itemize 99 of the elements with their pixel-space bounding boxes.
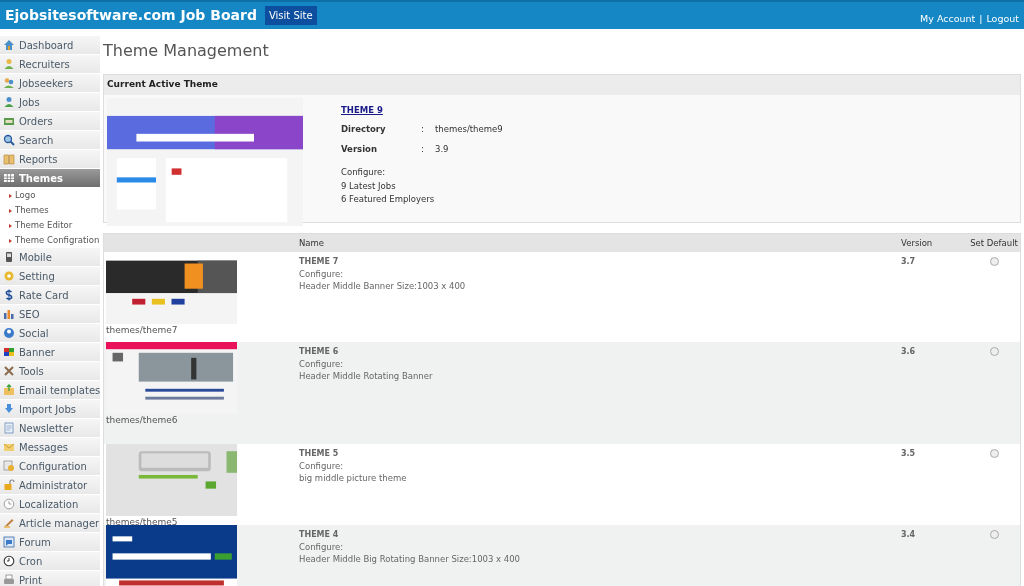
theme-name-link[interactable]: THEME 9 (341, 104, 383, 115)
link-separator: | (979, 11, 983, 26)
config-text: Header Middle Big Rotating Banner Size:1003 x 400 (299, 553, 521, 565)
sidebar-item[interactable]: Forum (0, 533, 100, 552)
config-text: Configure: (299, 358, 345, 370)
person-icon (3, 58, 15, 70)
version-text: 3.4 (901, 529, 917, 541)
grid-icon (3, 172, 15, 184)
color-blocks-icon (3, 346, 15, 358)
envelope-icon (3, 441, 15, 453)
version-text: 3.5 (901, 448, 917, 460)
version-text: 3.7 (901, 256, 917, 268)
directory-text: themes/theme5 (106, 516, 179, 529)
sidebar-item[interactable]: Rate Card (0, 286, 100, 305)
sidebar-item[interactable]: Social (0, 324, 100, 343)
search-icon (3, 134, 15, 146)
sidebar-item[interactable]: Reports (0, 150, 100, 169)
config-text: 6 Featured Employers (341, 193, 436, 206)
sidebar-item[interactable]: Configuration (0, 457, 100, 476)
sidebar-subitem[interactable]: Theme Editor (0, 218, 100, 233)
field-label: Directory (341, 123, 387, 136)
config-text: Configure: (299, 541, 345, 553)
directory-text: themes/theme6 (106, 414, 179, 427)
theme-name: THEME 4 (299, 529, 340, 541)
document-icon (3, 422, 15, 434)
sidebar-item[interactable]: Banner (0, 343, 100, 362)
chat-icon (3, 536, 15, 548)
house-icon (3, 39, 15, 51)
default-radio[interactable] (989, 257, 999, 266)
sidebar-item[interactable]: Jobseekers (0, 74, 100, 93)
sidebar-item[interactable]: Recruiters (0, 55, 100, 74)
bullet-icon (9, 223, 12, 228)
page-title: Theme Management (103, 40, 270, 62)
bullet-icon (9, 193, 12, 198)
version-column-header: Version (901, 237, 933, 248)
sidebar-item[interactable]: Messages (0, 438, 100, 457)
sidebar-item[interactable]: Tools (0, 362, 100, 381)
download-icon (3, 403, 15, 415)
logout-link[interactable]: Logout (986, 11, 1019, 26)
field-label: Version (341, 143, 378, 156)
field-separator: : (421, 143, 425, 156)
sidebar-subitem[interactable]: Theme Configration (0, 233, 100, 248)
config-text: Header Middle Banner Size:1003 x 400 (299, 280, 467, 292)
sidebar-item[interactable]: Dashboard (0, 36, 100, 55)
config-text: Configure: (299, 268, 345, 280)
field-separator: : (421, 123, 425, 136)
config-text: Configure: (341, 165, 387, 179)
sidebar-item[interactable]: Print (0, 571, 100, 586)
site-title: Ejobsitesoftware.com Job Board (5, 6, 257, 25)
directory-text: themes/theme7 (106, 324, 179, 337)
theme-name: THEME 6 (299, 346, 340, 358)
printer-icon (3, 574, 15, 586)
sidebar-item[interactable]: Orders (0, 112, 100, 131)
sidebar-item[interactable]: Search (0, 131, 100, 150)
default-radio[interactable] (989, 449, 999, 458)
coin-icon (3, 289, 15, 301)
sidebar-item[interactable]: Newsletter (0, 419, 100, 438)
sidebar-item[interactable]: SEO (0, 305, 100, 324)
sidebar-subitem[interactable]: Logo (0, 188, 100, 203)
config-text: big middle picture theme (299, 472, 408, 484)
tools-icon (3, 365, 15, 377)
sidebar-item[interactable]: Article manager (0, 514, 100, 533)
envelope-icon (3, 384, 15, 396)
sidebar-item[interactable]: Cron (0, 552, 100, 571)
config-text: Configure: (299, 460, 345, 472)
sidebar-item[interactable]: Setting (0, 267, 100, 286)
sidebar-item[interactable]: Email templates (0, 381, 100, 400)
sidebar-item[interactable]: Administrator (0, 476, 100, 495)
sidebar-item[interactable]: Localization (0, 495, 100, 514)
version-text: 3.6 (901, 346, 917, 358)
default-radio[interactable] (989, 530, 999, 539)
sidebar-item[interactable]: Themes (0, 169, 100, 188)
visit-site-button[interactable]: Visit Site (264, 6, 317, 25)
bullet-icon (9, 238, 12, 243)
bar-chart-icon (3, 308, 15, 320)
clock-icon (3, 498, 15, 510)
sidebar-item[interactable]: Mobile (0, 248, 100, 267)
padlock-icon (3, 479, 15, 491)
set-default-column-header: Set Default (970, 237, 1018, 248)
field-value: themes/theme9 (435, 123, 503, 136)
default-radio[interactable] (989, 347, 999, 356)
clock-icon (3, 555, 15, 567)
person-icon (3, 96, 15, 108)
sidebar-item[interactable]: Jobs (0, 93, 100, 112)
theme-name: THEME 7 (299, 256, 340, 268)
my-account-link[interactable]: My Account (920, 11, 976, 26)
field-value: 3.9 (435, 143, 449, 156)
phone-icon (3, 251, 15, 263)
panel-heading: Current Active Theme (104, 75, 1020, 95)
pen-icon (3, 517, 15, 529)
bullet-icon (9, 208, 12, 213)
people-icon (3, 77, 15, 89)
book-icon (3, 153, 15, 165)
sidebar-subitem[interactable]: Themes (0, 203, 100, 218)
name-column-header: Name (299, 237, 325, 248)
sidebar-item[interactable]: Import Jobs (0, 400, 100, 419)
theme-name: THEME 5 (299, 448, 340, 460)
config-text: Header Middle Rotating Banner (299, 370, 434, 382)
config-text: 9 Latest Jobs (341, 179, 397, 193)
